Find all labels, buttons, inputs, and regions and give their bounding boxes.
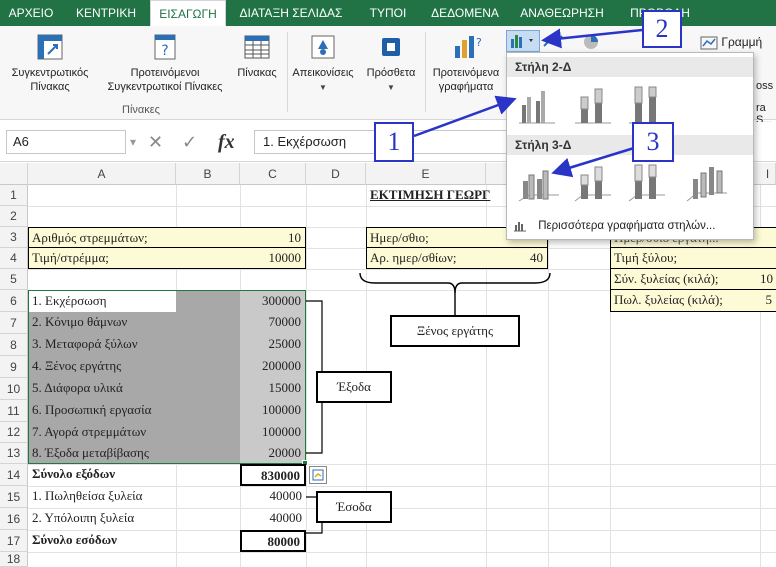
sparkline-line-label: Γραμμή bbox=[721, 35, 763, 49]
annotation-number-2: 2 bbox=[642, 10, 682, 48]
recommended-charts-icon: ? bbox=[455, 36, 481, 58]
recommended-charts-button[interactable]: ? Προτεινόμενα γραφήματα bbox=[424, 32, 508, 94]
recchart-label-2: γραφήματα bbox=[438, 81, 494, 93]
recchart-label-1: Προτεινόμενα bbox=[432, 67, 500, 79]
addins-label: Πρόσθετα bbox=[366, 67, 416, 79]
pivot-table-icon bbox=[37, 34, 63, 60]
tab-page-layout[interactable]: ΔΙΑΤΑΞΗ ΣΕΛΙΔΑΣ bbox=[226, 0, 356, 26]
illustrations-caret-icon: ▼ bbox=[319, 83, 327, 92]
recpivot-label-2: Συγκεντρωτικοί Πίνακες bbox=[107, 81, 223, 93]
recommended-pivot-icon: ? bbox=[154, 34, 176, 60]
pie-chart-small-icon bbox=[584, 35, 598, 49]
enter-icon[interactable]: ✓ bbox=[182, 130, 197, 154]
illustrations-label: Απεικονίσεις bbox=[292, 67, 354, 79]
addins-icon bbox=[382, 38, 400, 56]
tab-review[interactable]: ΑΝΑΘΕΩΡΗΣΗ bbox=[510, 0, 614, 26]
pivot-label-1: Συγκεντρωτικός bbox=[11, 67, 89, 79]
stacked-column-3d-icon[interactable] bbox=[573, 161, 613, 205]
clustered-column-2d-icon[interactable] bbox=[517, 83, 557, 127]
sparkline-line-button[interactable]: Γραμμή bbox=[700, 32, 770, 52]
recommended-pivot-button[interactable]: ? Προτεινόμενοι Συγκεντρωτικοί Πίνακες bbox=[96, 32, 234, 94]
svg-text:?: ? bbox=[161, 43, 168, 59]
annotation-number-3: 3 bbox=[632, 122, 674, 162]
table-button[interactable]: Πίνακας bbox=[230, 32, 284, 80]
stacked-100-column-3d-icon[interactable] bbox=[627, 161, 667, 205]
more-charts-icon bbox=[514, 221, 526, 232]
table-icon bbox=[244, 35, 270, 59]
cancel-icon[interactable]: ✕ bbox=[148, 130, 163, 154]
tab-insert[interactable]: ΕΙΣΑΓΩΓΗ bbox=[150, 0, 226, 26]
pivot-table-button[interactable]: Συγκεντρωτικός Πίνακας bbox=[2, 32, 98, 94]
expenses-annotation-label: Έξοδα bbox=[316, 371, 392, 403]
section-2d-header: Στήλη 2-Δ bbox=[507, 57, 753, 77]
sparkline-line-icon bbox=[700, 36, 718, 50]
name-box[interactable]: A6 bbox=[6, 130, 126, 154]
tables-group-label: Πίνακες bbox=[122, 104, 160, 116]
svg-text:?: ? bbox=[476, 36, 481, 49]
tab-file[interactable]: ΑΡΧΕΙΟ bbox=[0, 0, 62, 26]
annotation-number-1: 1 bbox=[374, 122, 414, 162]
stacked-100-column-2d-icon[interactable] bbox=[627, 83, 667, 127]
line-chart-small-button[interactable] bbox=[542, 32, 564, 52]
illustrations-icon bbox=[311, 35, 335, 59]
tab-data[interactable]: ΔΕΔΟΜΕΝΑ bbox=[420, 0, 510, 26]
column-chart-button[interactable] bbox=[506, 30, 540, 52]
illustrations-button[interactable]: Απεικονίσεις ▼ bbox=[288, 32, 358, 95]
line-chart-small-icon bbox=[543, 35, 563, 47]
pivot-label-2: Πίνακας bbox=[30, 81, 70, 93]
income-annotation-label: Έσοδα bbox=[316, 491, 392, 523]
column-chart-dropdown: Στήλη 2-Δ Στήλη 3-Δ Περισσότερα γραφήματ… bbox=[506, 52, 754, 240]
stacked-column-2d-icon[interactable] bbox=[573, 83, 613, 127]
column-chart-icon bbox=[511, 35, 533, 48]
addins-caret-icon: ▼ bbox=[387, 83, 395, 92]
addins-button[interactable]: Πρόσθετα ▼ bbox=[358, 32, 424, 95]
foreign-worker-label: Ξένος εργάτης bbox=[390, 315, 520, 347]
tab-home[interactable]: ΚΕΝΤΡΙΚΗ bbox=[62, 0, 150, 26]
column-3d-icon[interactable] bbox=[685, 161, 729, 205]
tab-formulas[interactable]: ΤΥΠΟΙ bbox=[356, 0, 420, 26]
more-column-charts-link[interactable]: Περισσότερα γραφήματα στηλών... bbox=[513, 217, 749, 235]
name-box-dropdown-icon[interactable]: ▾ bbox=[130, 130, 136, 154]
section-3d-header: Στήλη 3-Δ bbox=[507, 135, 753, 155]
insert-function-icon[interactable]: fx bbox=[218, 130, 235, 154]
table-label: Πίνακας bbox=[237, 67, 277, 79]
recpivot-label-1: Προτεινόμενοι bbox=[130, 67, 200, 79]
clustered-column-3d-icon[interactable] bbox=[517, 161, 561, 205]
more-charts-label: Περισσότερα γραφήματα στηλών... bbox=[538, 220, 716, 232]
pie-chart-small-button[interactable] bbox=[580, 32, 602, 52]
cutoff-text-1: oss bbox=[756, 80, 774, 92]
